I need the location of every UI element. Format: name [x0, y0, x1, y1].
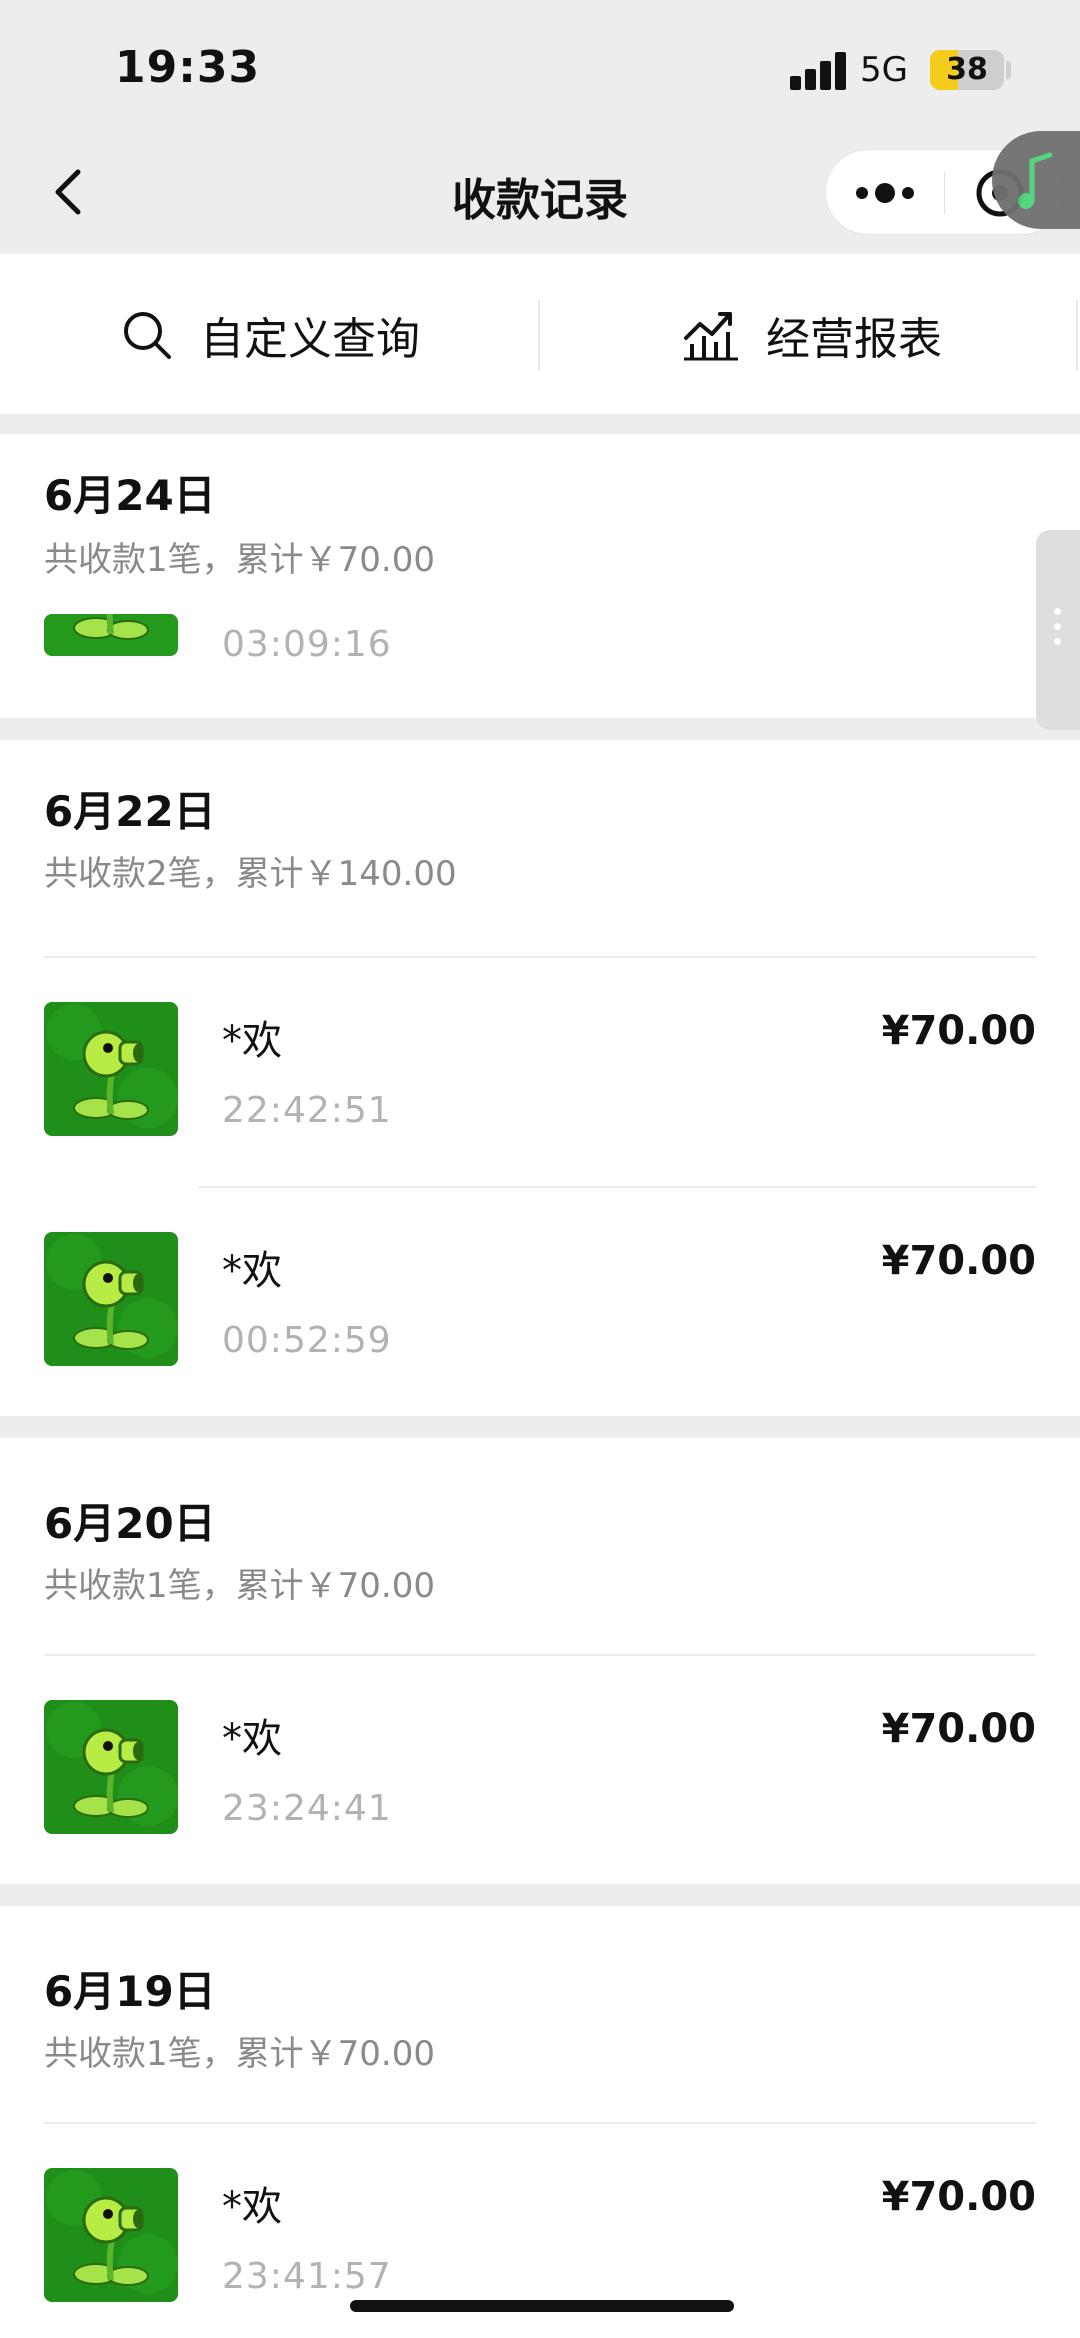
record-amount: ¥70.00 [881, 2174, 1036, 2220]
music-float-button[interactable] [992, 131, 1080, 229]
network-label: 5G [860, 50, 908, 90]
toolbar-divider [538, 300, 540, 370]
section-summary: 共收款1笔，累计￥70.00 [44, 2034, 435, 2074]
record-row[interactable]: *欢 23:24:41 ¥70.00 [0, 1656, 1080, 1884]
date-section-0622: 6月22日 共收款2笔，累计￥140.00 *欢 22:42:51 ¥70.00… [0, 740, 1080, 1416]
record-time: 03:09:16 [222, 624, 392, 665]
payer-name: *欢 [222, 1716, 282, 1762]
battery-icon: 38 [930, 50, 1004, 90]
business-report-button[interactable]: 经营报表 [682, 299, 942, 371]
section-date: 6月22日 [44, 787, 216, 836]
record-amount: ¥70.00 [881, 1008, 1036, 1054]
status-bar: 19:33 5G 38 [0, 0, 1080, 130]
side-drawer-handle[interactable] [1036, 530, 1080, 730]
payer-avatar [44, 614, 178, 656]
record-row[interactable]: *欢 22:42:51 ¥70.00 [0, 958, 1080, 1188]
section-date: 6月20日 [44, 1499, 216, 1548]
home-indicator[interactable] [350, 2300, 734, 2312]
record-row[interactable]: *欢 00:52:59 ¥70.00 [0, 1188, 1080, 1416]
more-dots-icon [856, 183, 914, 203]
date-section-0620: 6月20日 共收款1笔，累计￥70.00 *欢 23:24:41 ¥70.00 [0, 1438, 1080, 1884]
vertical-dots-icon [1054, 608, 1062, 652]
peashooter-icon [44, 1700, 178, 1834]
payment-records-page: 19:33 5G 38 收款记录 自定义查询 经营报表 6月24日 共收款1笔，… [0, 0, 1080, 2338]
record-time: 23:41:57 [222, 2256, 392, 2297]
section-summary: 共收款2笔，累计￥140.00 [44, 854, 457, 894]
battery-cap [1006, 61, 1011, 79]
payer-name: *欢 [222, 1018, 282, 1064]
payer-name: *欢 [222, 2184, 282, 2230]
business-report-label: 经营报表 [766, 314, 942, 365]
section-summary: 共收款1笔，累计￥70.00 [44, 1566, 435, 1606]
record-amount: ¥70.00 [881, 1706, 1036, 1752]
status-time: 19:33 [115, 42, 261, 93]
battery-level: 38 [946, 52, 988, 87]
record-time: 23:24:41 [222, 1788, 392, 1829]
peashooter-icon [44, 1002, 178, 1136]
payer-avatar [44, 2168, 178, 2302]
record-row[interactable]: 03:09:16 [0, 614, 1080, 718]
more-button[interactable] [826, 150, 944, 236]
search-icon [124, 312, 171, 359]
toolbar-divider-right [1076, 300, 1078, 370]
custom-query-label: 自定义查询 [200, 314, 420, 365]
toolbar: 自定义查询 经营报表 [0, 254, 1080, 414]
section-date: 6月19日 [44, 1967, 216, 2016]
date-section-0624: 6月24日 共收款1笔，累计￥70.00 03:09:16 [0, 434, 1080, 718]
record-time: 22:42:51 [222, 1090, 392, 1131]
payer-avatar [44, 1002, 178, 1136]
payer-avatar [44, 1232, 178, 1366]
music-note-icon [1018, 152, 1053, 209]
back-button[interactable] [40, 162, 100, 222]
record-amount: ¥70.00 [881, 1238, 1036, 1284]
nav-bar: 收款记录 [0, 130, 1080, 254]
peashooter-icon [44, 2168, 178, 2302]
peashooter-icon [44, 1232, 178, 1366]
chart-icon [684, 312, 738, 361]
custom-query-button[interactable]: 自定义查询 [120, 299, 420, 371]
payer-avatar [44, 1700, 178, 1834]
section-summary: 共收款1笔，累计￥70.00 [44, 540, 435, 580]
chevron-left-icon [55, 169, 81, 215]
date-section-0619: 6月19日 共收款1笔，累计￥70.00 *欢 23:41:57 ¥70.00 [0, 1906, 1080, 2338]
section-date: 6月24日 [44, 471, 216, 520]
signal-icon [790, 52, 846, 90]
payer-name: *欢 [222, 1248, 282, 1294]
record-time: 00:52:59 [222, 1320, 392, 1361]
peashooter-icon [44, 614, 178, 656]
